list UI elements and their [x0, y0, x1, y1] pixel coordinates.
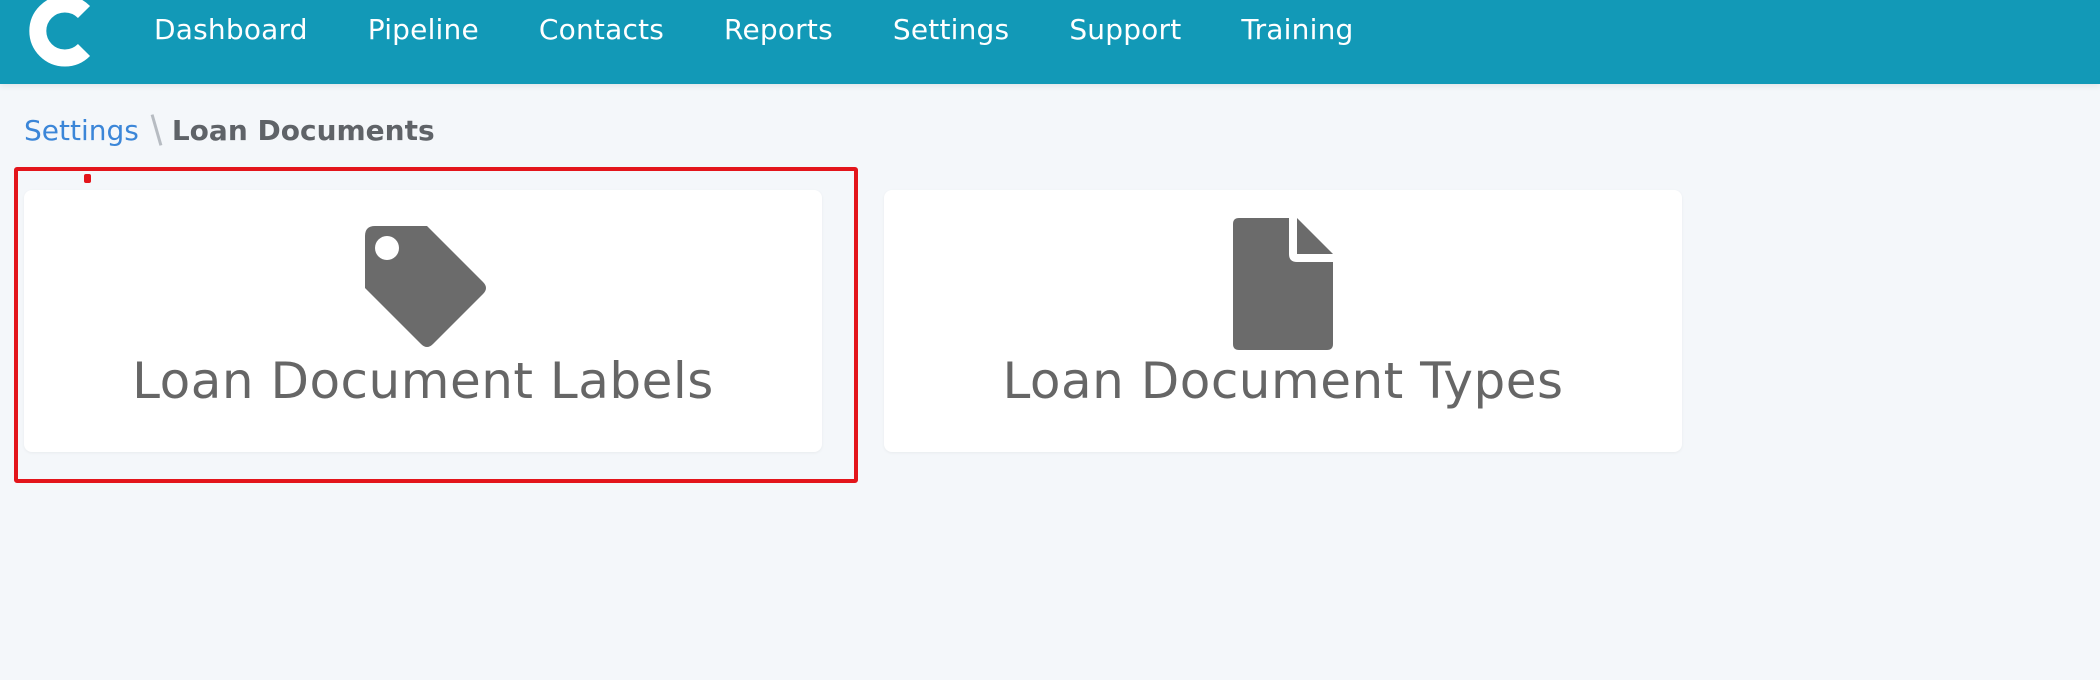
breadcrumb-settings-link[interactable]: Settings: [24, 114, 139, 147]
nav-settings[interactable]: Settings: [893, 13, 1009, 46]
tag-icon: [365, 226, 486, 347]
loan-document-types-title: Loan Document Types: [1002, 352, 1564, 410]
file-icon: [1233, 218, 1333, 350]
breadcrumb-separator: [150, 114, 163, 146]
c-logo-icon[interactable]: [26, 0, 96, 68]
loan-document-labels-card[interactable]: Loan Document Labels: [24, 190, 822, 452]
highlight-marker: [84, 174, 91, 183]
breadcrumb-current-page: Loan Documents: [171, 113, 435, 147]
nav-reports[interactable]: Reports: [724, 13, 833, 46]
nav-contacts[interactable]: Contacts: [539, 13, 664, 46]
breadcrumb: Settings Loan Documents: [24, 110, 435, 150]
loan-document-types-card[interactable]: Loan Document Types: [884, 190, 1682, 452]
nav-dashboard[interactable]: Dashboard: [154, 13, 308, 46]
nav-support[interactable]: Support: [1069, 13, 1181, 46]
top-navigation-bar: Dashboard Pipeline Contacts Reports Sett…: [0, 0, 2100, 84]
main-nav: Dashboard Pipeline Contacts Reports Sett…: [154, 0, 1354, 58]
nav-training[interactable]: Training: [1241, 13, 1353, 46]
loan-document-labels-title: Loan Document Labels: [132, 352, 714, 410]
nav-pipeline[interactable]: Pipeline: [368, 13, 479, 46]
